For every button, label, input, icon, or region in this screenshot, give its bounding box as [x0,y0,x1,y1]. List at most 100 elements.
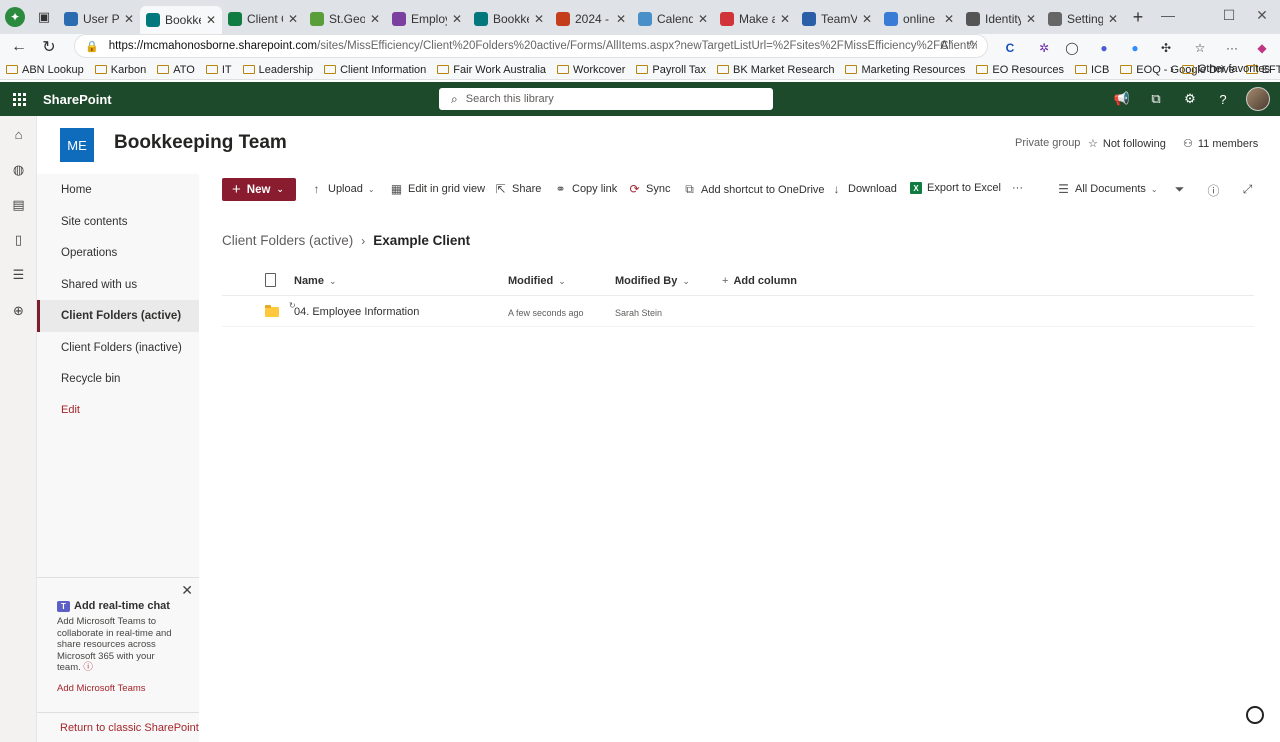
app-launcher-icon[interactable] [0,82,38,116]
nav-edit-link[interactable]: Edit [37,394,199,426]
feedback-icon[interactable] [1246,706,1264,724]
bookmark-item[interactable]: Karbon [94,64,146,76]
bookmark-item[interactable]: Payroll Tax [636,64,706,76]
search-input[interactable]: ⌕ Search this library [439,88,773,110]
browser-profile[interactable]: ✦ [0,0,30,34]
browser-tab[interactable]: Calendar ✕ [632,6,714,32]
bookmarks-overflow-icon[interactable]: › [1170,62,1174,76]
column-modified[interactable]: Modified ⌄ [508,275,566,287]
bookmark-item[interactable]: ABN Lookup [6,64,84,76]
settings-more-icon[interactable]: ··· [1222,38,1242,58]
bookmark-item[interactable]: IT [205,64,232,76]
nav-item[interactable]: Client Folders (inactive) [37,332,199,364]
bookmark-item[interactable]: Workcover [557,64,625,76]
news-icon[interactable]: ▤ [10,196,27,213]
close-tab-icon[interactable]: ✕ [616,12,626,26]
extension-c-icon[interactable]: C [1000,38,1020,58]
home-icon[interactable]: ⌂ [10,126,27,143]
share-button[interactable]: ⇱ Share [494,182,541,196]
bookmark-item[interactable]: ICB [1074,64,1109,76]
copilot-icon[interactable]: ◆ [1252,38,1272,58]
help-icon[interactable]: ? [1214,90,1232,108]
address-bar[interactable]: 🔒 https://mcmahonosborne.sharepoint.com … [74,34,988,58]
megaphone-icon[interactable]: 📢 [1113,90,1131,108]
bookmark-item[interactable]: Client Information [324,64,426,76]
bookmark-item[interactable]: Fair Work Australia [437,64,546,76]
browser-tab[interactable]: online se ✕ [878,6,960,32]
close-tab-icon[interactable]: ✕ [1108,12,1118,26]
refresh-icon[interactable]: ↻ [34,34,64,60]
return-classic-link[interactable]: Return to classic SharePoint [37,712,199,742]
files-icon[interactable]: ▯ [10,231,27,248]
add-teams-link[interactable]: Add Microsoft Teams [57,683,146,694]
lists-icon[interactable]: ☰ [10,266,27,283]
view-selector[interactable]: ☰ All Documents ⌄ [1057,182,1158,196]
close-tab-icon[interactable]: ✕ [698,12,708,26]
browser-tab[interactable]: User Portal ✕ [58,6,140,32]
back-icon[interactable]: ← [4,34,34,60]
share-network-icon[interactable]: ⧉ [1147,90,1165,108]
close-window-icon[interactable]: ✕ [1240,0,1280,30]
bookmark-other-favorites[interactable]: Other favorites [1181,63,1270,75]
close-tab-icon[interactable]: ✕ [862,12,872,26]
add-shortcut-button[interactable]: ⧉ Add shortcut to OneDrive [683,182,824,197]
close-tab-icon[interactable]: ✕ [780,12,790,26]
bookmark-item[interactable]: BK Market Research [717,64,834,76]
browser-tab[interactable]: Client Co ✕ [222,6,304,32]
download-button[interactable]: ↓ Download [830,182,897,196]
column-modified-by[interactable]: Modified By ⌄ [615,275,690,287]
sync-button[interactable]: ⟳ Sync [628,182,670,196]
close-icon[interactable]: ✕ [181,582,193,599]
settings-gear-icon[interactable]: ⚙ [1181,90,1199,108]
export-excel-button[interactable]: X Export to Excel [910,182,1001,194]
copy-link-button[interactable]: ⚭ Copy link [554,182,617,196]
grid-view-button[interactable]: ▦ Edit in grid view [390,182,485,196]
browser-tab[interactable]: 2024 - 10 ✕ [550,6,632,32]
row-modified-by[interactable]: Sarah Stein [615,308,662,318]
browser-tab[interactable]: Employment ✕ [386,6,468,32]
close-tab-icon[interactable]: ✕ [944,12,954,26]
nav-item[interactable]: Site contents [37,206,199,238]
nav-item[interactable]: Home [37,174,199,206]
add-column-button[interactable]: + Add column [722,275,797,287]
close-tab-icon[interactable]: ✕ [452,12,462,26]
extension-badge-icon[interactable]: ✲ [1034,38,1054,58]
table-row[interactable]: ↻ 04. Employee Information A few seconds… [222,297,1254,327]
close-tab-icon[interactable]: ✕ [534,12,544,26]
browser-tab[interactable]: Settings ✕ [1042,6,1124,32]
new-button[interactable]: + New ⌄ [222,178,296,201]
tab-actions-icon[interactable]: ▣ [30,0,58,34]
browser-tab[interactable]: Bookkeeping ✕ [468,6,550,32]
nav-item[interactable]: Recycle bin [37,363,199,395]
upload-button[interactable]: ↑ Upload ⌄ [310,182,375,196]
info-button[interactable]: ⓘ [1207,182,1220,199]
sharepoint-brand[interactable]: SharePoint [43,92,112,107]
nav-item[interactable]: Client Folders (active) [37,300,199,332]
expand-button[interactable]: ⤢ [1241,182,1254,197]
extensions-puzzle-icon[interactable]: ✣ [1156,38,1176,58]
bookmark-item[interactable]: EO Resources [976,64,1064,76]
filter-button[interactable]: ⏷ [1173,182,1186,197]
user-avatar[interactable] [1246,87,1270,111]
bookmark-item[interactable]: Marketing Resources [845,64,965,76]
row-name[interactable]: 04. Employee Information [294,306,419,318]
read-aloud-icon[interactable]: A» [940,38,952,52]
browser-tab[interactable]: TeamView ✕ [796,6,878,32]
browser-tab[interactable]: Make a p ✕ [714,6,796,32]
bookmark-item[interactable]: Leadership [242,64,313,76]
extension-ring-icon[interactable]: ◯ [1062,38,1082,58]
bookmark-item[interactable]: ATO [157,64,195,76]
browser-tab[interactable]: Identity P ✕ [960,6,1042,32]
close-tab-icon[interactable]: ✕ [370,12,380,26]
favorite-star-icon[interactable]: ☆ [966,38,977,52]
close-tab-icon[interactable]: ✕ [288,12,298,26]
extension-blue-icon[interactable]: ● [1094,38,1114,58]
minimize-icon[interactable]: — [1146,0,1190,30]
close-tab-icon[interactable]: ✕ [206,13,216,27]
members-button[interactable]: ⚇ 11 members [1183,137,1258,151]
browser-tab[interactable]: St.George ✕ [304,6,386,32]
file-type-icon[interactable] [265,273,276,287]
close-tab-icon[interactable]: ✕ [124,12,134,26]
extension-zoom-icon[interactable]: ● [1125,38,1145,58]
nav-item[interactable]: Shared with us [37,269,199,301]
